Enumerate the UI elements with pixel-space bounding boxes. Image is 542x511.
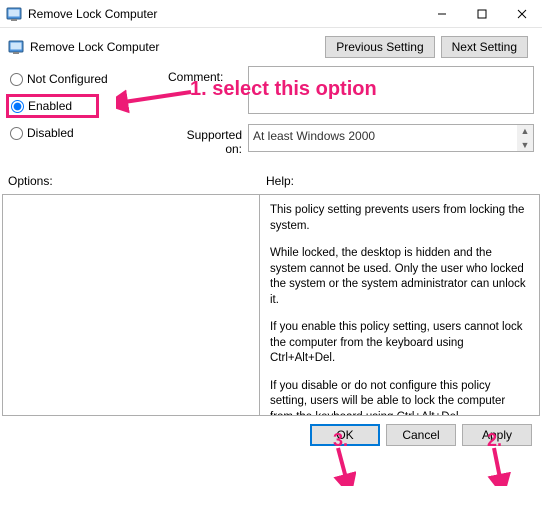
radio-not-configured-label: Not Configured [27,72,108,86]
policy-caption: Remove Lock Computer [30,40,325,54]
header-row: Remove Lock Computer Previous Setting Ne… [0,28,542,64]
radio-not-configured[interactable]: Not Configured [10,72,168,86]
help-paragraph: While locked, the desktop is hidden and … [270,246,529,308]
apply-button[interactable]: Apply [462,424,532,446]
help-paragraph: This policy setting prevents users from … [270,203,529,234]
policy-icon [8,39,24,55]
supported-on-box: At least Windows 2000 ▲▼ [248,124,534,152]
comment-textarea[interactable] [248,66,534,114]
help-paragraph: If you disable or do not configure this … [270,379,529,416]
radio-enabled[interactable]: Enabled [11,99,72,113]
previous-setting-button[interactable]: Previous Setting [325,36,434,58]
app-icon [6,6,22,22]
help-paragraph: If you enable this policy setting, users… [270,320,529,367]
supported-on-label: Supported on: [168,124,248,156]
panes: This policy setting prevents users from … [0,194,542,416]
supported-on-value: At least Windows 2000 [253,129,375,143]
help-label: Help: [266,174,294,188]
help-pane: This policy setting prevents users from … [260,194,540,416]
ok-button[interactable]: OK [310,424,380,446]
options-label: Options: [8,174,266,188]
section-labels: Options: Help: [0,174,542,188]
options-pane [2,194,260,416]
radio-enabled-input[interactable] [11,100,24,113]
radio-disabled-label: Disabled [27,126,74,140]
next-setting-button[interactable]: Next Setting [441,36,528,58]
scrollbar[interactable]: ▲▼ [517,125,533,151]
window-title: Remove Lock Computer [28,7,422,21]
annotation-highlight-box: Enabled [6,94,99,118]
title-bar: Remove Lock Computer [0,0,542,28]
config-area: Not Configured Enabled Disabled Comment:… [0,64,542,162]
state-radio-group: Not Configured Enabled Disabled [8,66,168,162]
maximize-button[interactable] [462,0,502,28]
close-button[interactable] [502,0,542,28]
radio-disabled-input[interactable] [10,127,23,140]
minimize-button[interactable] [422,0,462,28]
radio-not-configured-input[interactable] [10,73,23,86]
radio-disabled[interactable]: Disabled [10,126,168,140]
dialog-footer: OK Cancel Apply [0,416,542,454]
radio-enabled-label: Enabled [28,99,72,113]
cancel-button[interactable]: Cancel [386,424,456,446]
comment-label: Comment: [168,66,248,84]
